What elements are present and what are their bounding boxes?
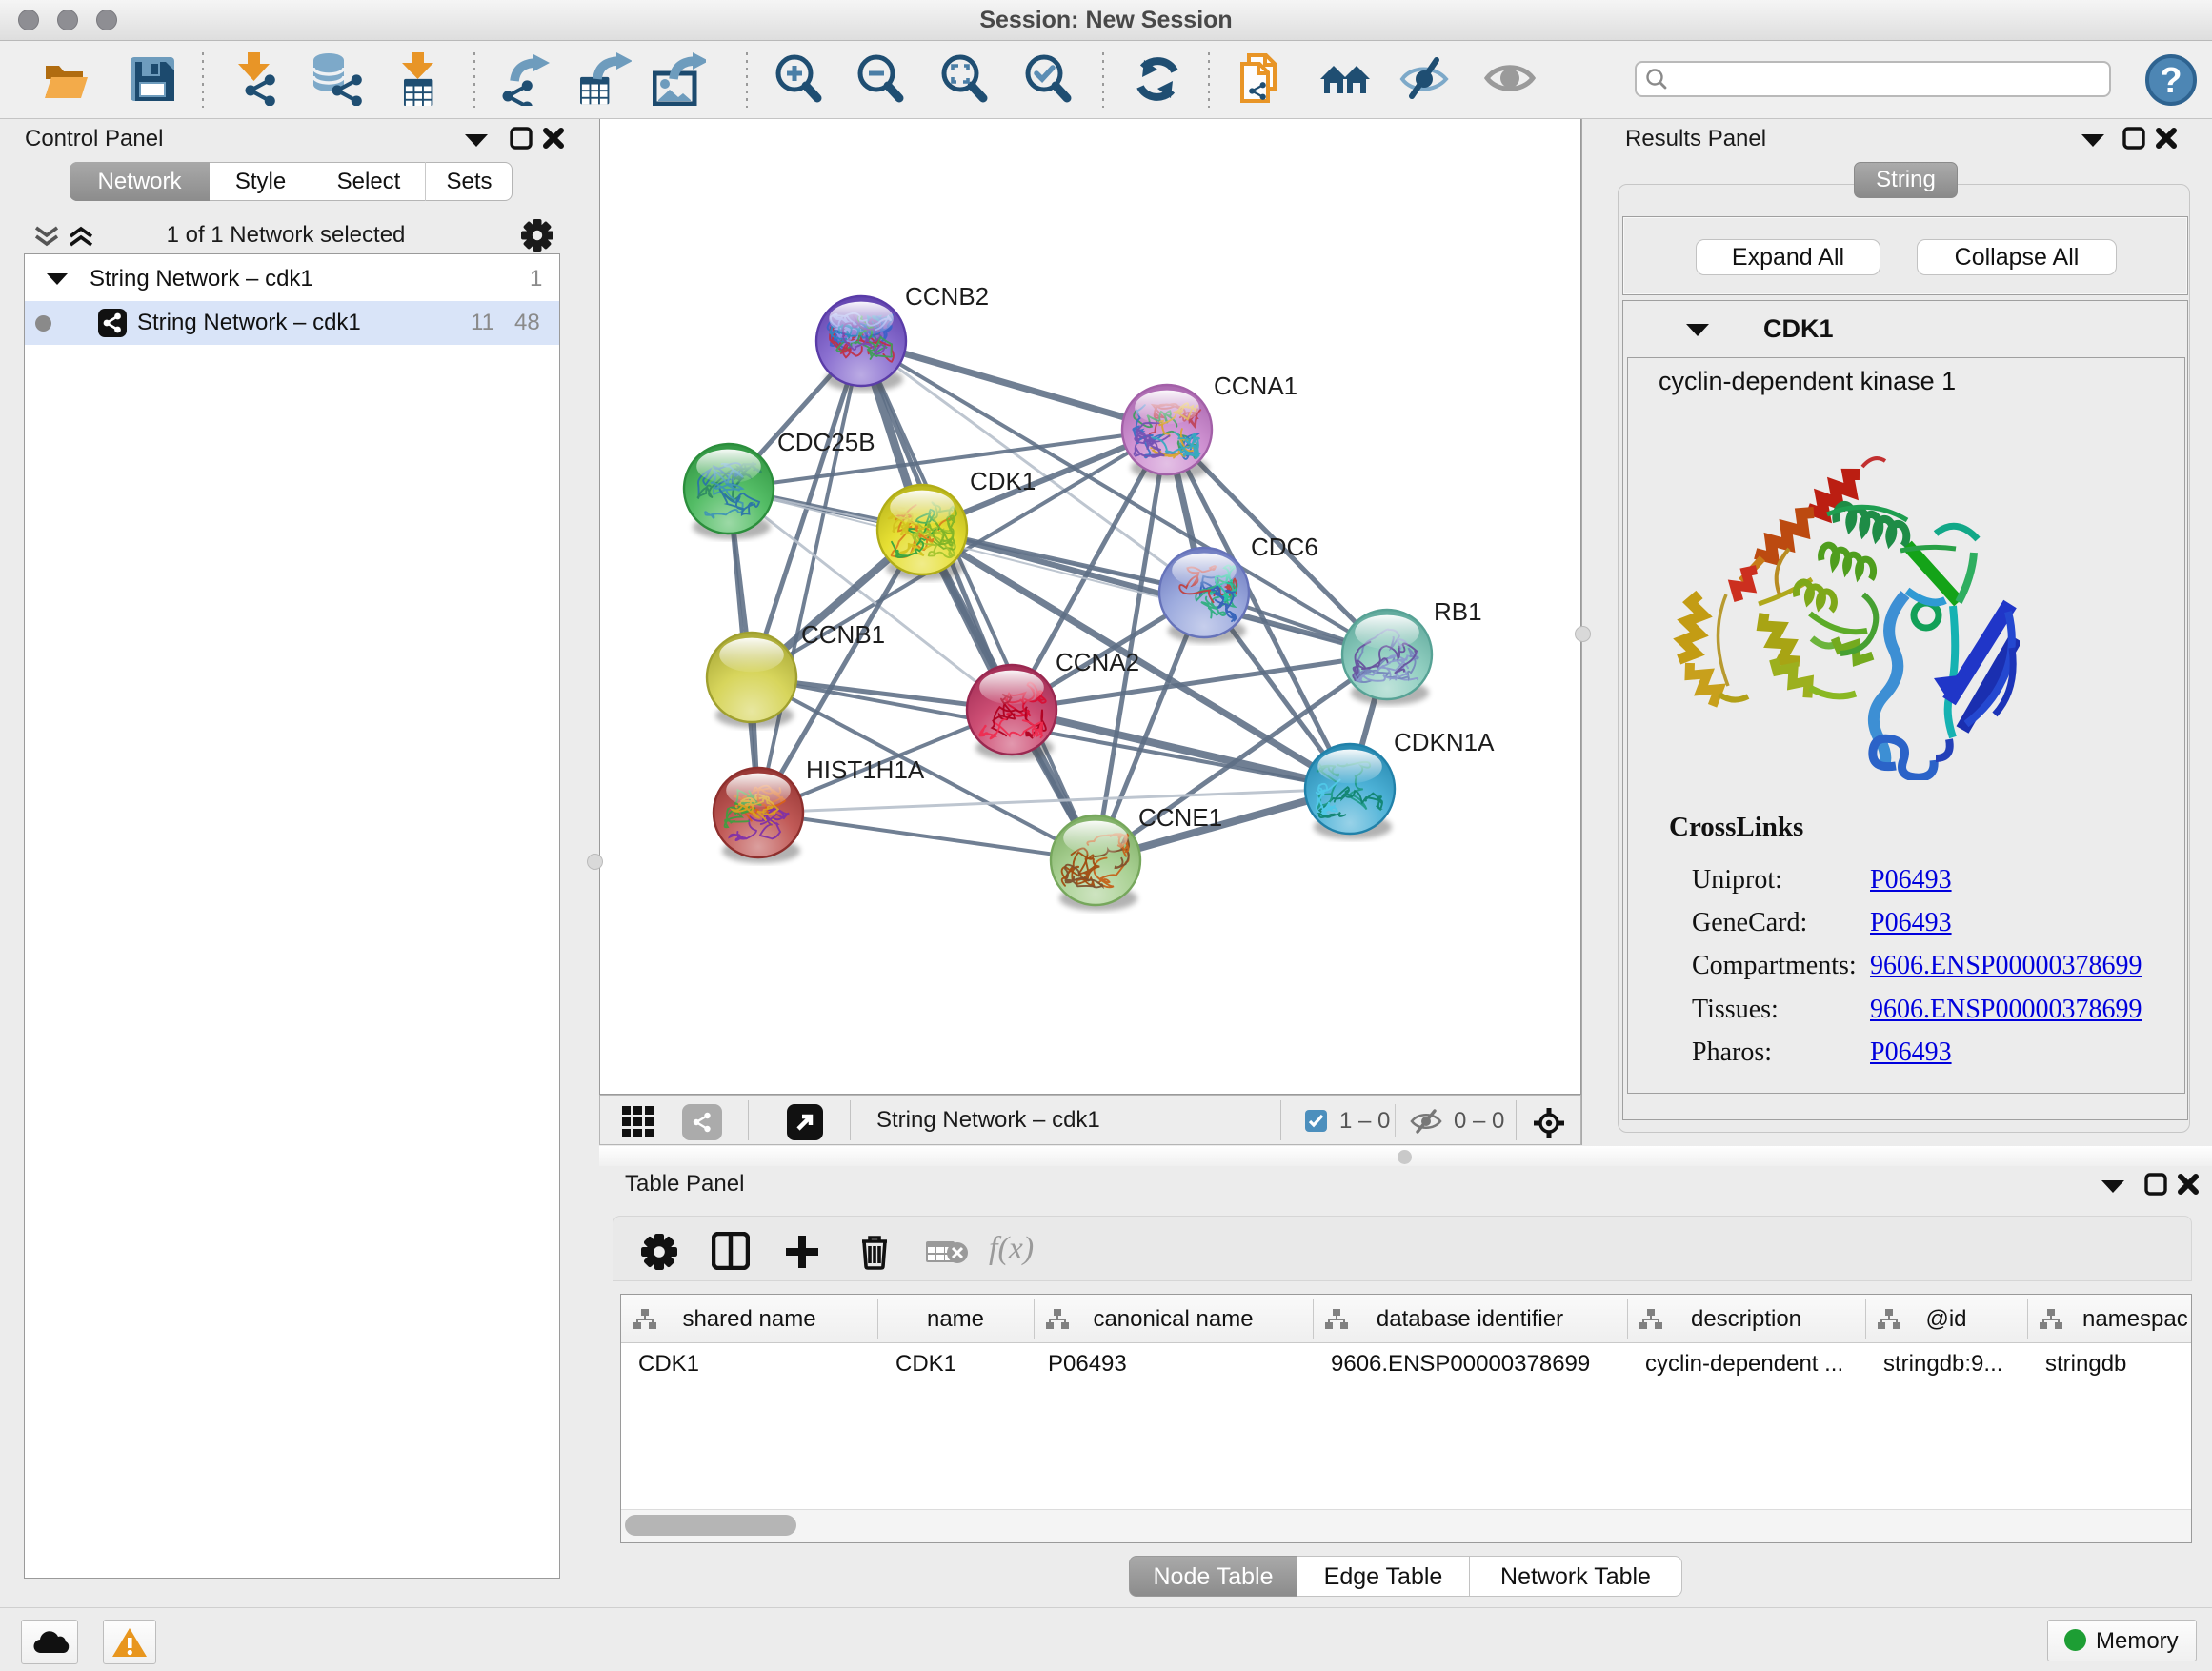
svg-text:CDK1: CDK1	[970, 467, 1036, 495]
svg-text:CDC25B: CDC25B	[777, 428, 875, 456]
svg-text:CCNE1: CCNE1	[1138, 803, 1222, 832]
svg-text:HIST1H1A: HIST1H1A	[806, 755, 925, 784]
svg-text:CCNA1: CCNA1	[1214, 372, 1297, 400]
svg-text:CCNA2: CCNA2	[1056, 648, 1139, 676]
svg-text:CCNB1: CCNB1	[801, 620, 885, 649]
svg-text:?: ?	[2160, 61, 2182, 101]
svg-text:CCNB2: CCNB2	[905, 282, 989, 311]
svg-text:CDKN1A: CDKN1A	[1394, 728, 1495, 756]
svg-text:CDC6: CDC6	[1251, 533, 1318, 561]
svg-text:RB1: RB1	[1434, 597, 1482, 626]
